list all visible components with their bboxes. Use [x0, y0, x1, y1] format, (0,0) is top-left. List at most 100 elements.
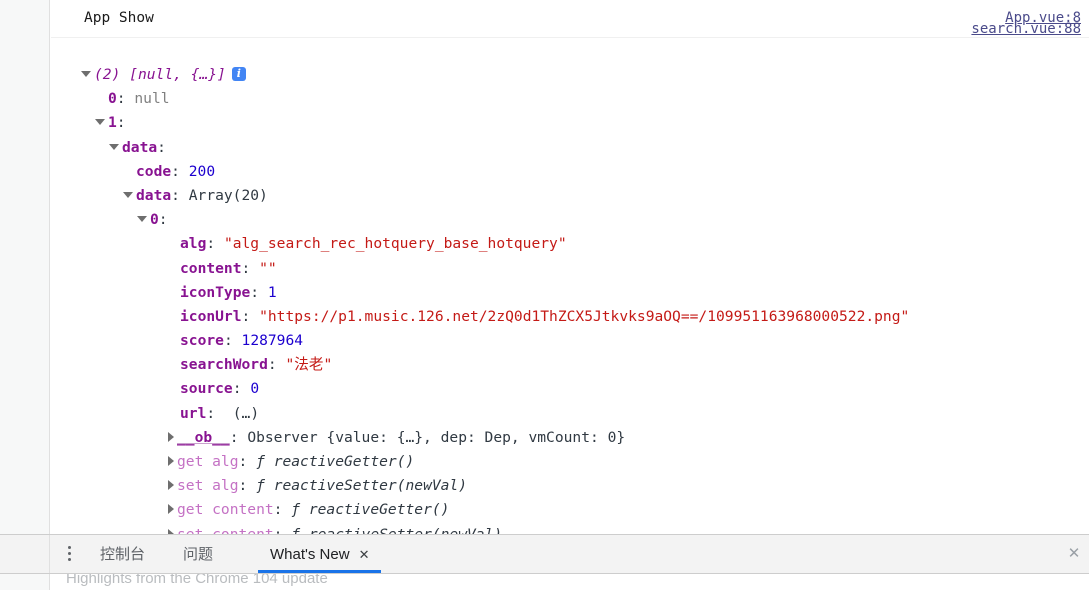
console-message-object[interactable]: search.vue:88 (2) [null, {…}] i 0: null 1…	[51, 21, 1089, 534]
tree-row-content[interactable]: content: ""	[51, 257, 1089, 281]
disclosure-triangle-down-icon[interactable]	[109, 143, 119, 150]
property-value-array: Array(20)	[188, 186, 268, 204]
colon: :	[171, 186, 180, 204]
accessor-key: set alg	[177, 477, 239, 495]
tree-row-alg[interactable]: alg: "alg_search_rec_hotquery_base_hotqu…	[51, 232, 1089, 256]
colon: :	[116, 90, 126, 108]
colon: :	[241, 307, 251, 325]
colon: :	[206, 404, 216, 422]
whats-new-left-pad	[0, 574, 50, 590]
disclosure-triangle-down-icon[interactable]	[95, 119, 105, 126]
property-value-number: 1	[267, 283, 277, 301]
tree-row-searchword[interactable]: searchWord: "法老"	[51, 353, 1089, 377]
close-drawer-icon[interactable]: ✕	[1066, 546, 1082, 562]
array-preview: [null, {…}]	[129, 66, 226, 83]
tree-row-url[interactable]: url: (…)	[51, 402, 1089, 426]
tree-row-ob[interactable]: __ob__: Observer {value: {…}, dep: Dep, …	[51, 426, 1089, 450]
function-signature: reactiveSetter(newVal)	[273, 477, 467, 495]
tree-row-data-array[interactable]: data: Array(20)	[51, 184, 1089, 208]
colon: :	[157, 138, 166, 156]
property-key: searchWord	[180, 356, 268, 374]
tree-row-get-alg[interactable]: get alg: ƒ reactiveGetter()	[51, 450, 1089, 474]
function-glyph: ƒ	[256, 453, 265, 470]
object-tree[interactable]: (2) [null, {…}] i 0: null 1: data: code:…	[51, 63, 1089, 534]
whats-new-panel: Highlights from the Chrome 104 update	[0, 574, 1089, 590]
whats-new-headline: Highlights from the Chrome 104 update	[66, 574, 328, 587]
property-key: 1	[108, 114, 117, 132]
disclosure-triangle-down-icon[interactable]	[137, 216, 147, 223]
accessor-key: get content	[177, 501, 274, 519]
disclosure-triangle-right-icon[interactable]	[168, 480, 174, 491]
drawer-tab-whats-new[interactable]: What's New ✕	[258, 535, 382, 573]
colon: :	[238, 453, 248, 470]
disclosure-triangle-down-icon[interactable]	[81, 71, 91, 77]
source-link-search-vue[interactable]: search.vue:88	[971, 11, 1081, 48]
console-panel[interactable]: App Show App.vue:8 search.vue:88 (2) [nu…	[51, 0, 1089, 534]
disclosure-triangle-right-icon[interactable]	[168, 456, 174, 466]
console-message-group-header[interactable]: App Show App.vue:8	[51, 0, 1089, 38]
tree-row-array-index-0[interactable]: 0:	[51, 208, 1089, 232]
colon: :	[223, 332, 233, 350]
colon: :	[273, 501, 283, 519]
property-value-number: 0	[250, 380, 260, 398]
array-length-badge: (2)	[94, 66, 121, 83]
tree-row-set-content[interactable]: set content: ƒ reactiveSetter(newVal)	[51, 523, 1089, 534]
disclosure-triangle-right-icon[interactable]	[168, 431, 174, 442]
function-signature: reactiveGetter()	[308, 501, 450, 519]
close-icon[interactable]: ✕	[359, 547, 370, 562]
colon: :	[171, 162, 180, 180]
colon: :	[158, 211, 168, 229]
property-key: 0	[108, 90, 117, 108]
more-options-icon[interactable]	[68, 546, 72, 562]
function-glyph: ƒ	[256, 477, 265, 495]
disclosure-triangle-down-icon[interactable]	[123, 191, 133, 198]
colon: :	[274, 526, 283, 534]
property-key: data	[122, 138, 158, 156]
tree-row-get-content[interactable]: get content: ƒ reactiveGetter()	[51, 498, 1089, 522]
property-value-null: null	[134, 90, 170, 108]
active-tab-underline	[258, 570, 382, 573]
tree-row-index-0[interactable]: 0: null	[51, 87, 1089, 111]
function-signature: reactiveGetter()	[273, 453, 415, 470]
property-value-collapsed[interactable]: (…)	[233, 405, 259, 422]
function-glyph: ƒ	[291, 501, 301, 519]
info-icon[interactable]: i	[231, 67, 246, 81]
colon: :	[206, 235, 216, 253]
tree-row-data[interactable]: data:	[51, 136, 1089, 160]
property-key: source	[180, 380, 233, 398]
tree-row-icontype[interactable]: iconType: 1	[51, 281, 1089, 305]
observer-body: {value: {…}, dep: Dep, vmCount: 0}	[326, 428, 626, 446]
property-key: content	[180, 259, 242, 277]
tree-row-index-1[interactable]: 1:	[51, 111, 1089, 135]
observer-class-name: Observer	[247, 428, 318, 446]
tree-row-set-alg[interactable]: set alg: ƒ reactiveSetter(newVal)	[51, 474, 1089, 498]
drawer-tab-label: What's New	[270, 546, 350, 563]
drawer-left-pad	[0, 535, 50, 573]
accessor-key: set content	[177, 526, 274, 534]
colon: :	[267, 356, 277, 374]
colon: :	[232, 380, 242, 398]
tree-row-source[interactable]: source: 0	[51, 377, 1089, 401]
colon: :	[241, 259, 251, 277]
property-key: code	[136, 162, 172, 180]
property-value-number: 1287964	[241, 332, 304, 350]
property-key: iconUrl	[180, 307, 242, 325]
drawer-tab-label: 问题	[183, 546, 214, 563]
drawer-tab-console[interactable]: 控制台	[100, 535, 145, 573]
disclosure-triangle-right-icon[interactable]	[168, 504, 174, 515]
tree-row-score[interactable]: score: 1287964	[51, 329, 1089, 353]
property-value-string: "法老"	[285, 356, 333, 374]
tree-row-root[interactable]: (2) [null, {…}] i	[51, 63, 1089, 87]
property-key: url	[180, 404, 207, 422]
drawer-tab-label: 控制台	[100, 546, 146, 563]
tree-row-iconurl[interactable]: iconUrl: "https://p1.music.126.net/2zQ0d…	[51, 305, 1089, 329]
colon: :	[229, 428, 239, 446]
tree-row-code[interactable]: code: 200	[51, 160, 1089, 184]
drawer-tab-issues[interactable]: 问题	[183, 535, 213, 573]
colon: :	[238, 477, 248, 495]
property-value-string: "https://p1.music.126.net/2zQ0d1ThZCX5Jt…	[259, 307, 910, 325]
colon: :	[116, 114, 126, 132]
devtools-drawer-tabbar[interactable]: 控制台 问题 What's New ✕ ✕	[0, 534, 1089, 574]
colon: :	[250, 283, 260, 301]
property-key: 0	[150, 211, 159, 229]
